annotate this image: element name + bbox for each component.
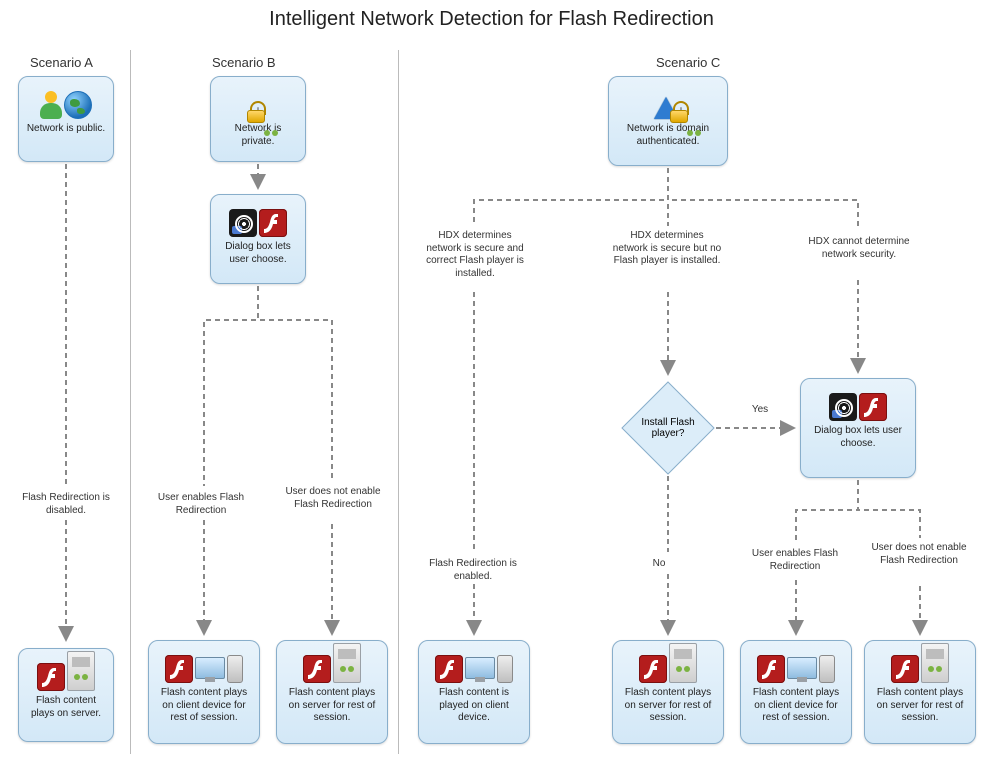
lock-icon <box>670 101 688 123</box>
flash-icon <box>859 393 887 421</box>
node-label: Flash content is played on client device… <box>419 687 529 731</box>
server-icon <box>67 651 95 691</box>
divider-a-b <box>130 50 131 754</box>
flash-icon <box>37 663 65 691</box>
edge-b-enable: User enables Flash Redirection <box>146 492 256 517</box>
monitor-icon <box>195 657 225 683</box>
edge-c-yes: Yes <box>740 404 780 417</box>
lock-icon <box>247 101 265 123</box>
node-label: Flash content plays on client device for… <box>149 687 259 731</box>
node-label: Flash content plays on server for rest o… <box>613 687 723 731</box>
node-label: Dialog box lets user choose. <box>801 425 915 456</box>
decision-text: Install Flash player? <box>620 380 716 476</box>
node-a-end: Flash content plays on server. <box>18 648 114 742</box>
node-c-client2: Flash content plays on client device for… <box>740 640 852 744</box>
flash-icon <box>303 655 331 683</box>
edge-c-enable: User enables Flash Redirection <box>740 548 850 573</box>
flash-icon <box>639 655 667 683</box>
node-label: Network is public. <box>19 123 113 142</box>
node-label: Flash content plays on server. <box>19 695 113 726</box>
edge-c-no: No <box>644 558 674 571</box>
server-icon <box>921 643 949 683</box>
node-label: Flash content plays on server for rest o… <box>865 687 975 731</box>
flash-icon <box>891 655 919 683</box>
diagram-title: Intelligent Network Detection for Flash … <box>0 8 983 31</box>
node-a-start: Network is public. <box>18 76 114 162</box>
flash-icon <box>259 209 287 237</box>
server-icon <box>669 643 697 683</box>
scenario-a-label: Scenario A <box>30 55 93 70</box>
edge-c-path3: HDX cannot determine network security. <box>804 236 914 261</box>
node-c-server2: Flash content plays on server for rest o… <box>864 640 976 744</box>
node-c-start: Network is domain authenticated. <box>608 76 728 166</box>
divider-b-c <box>398 50 399 754</box>
node-c-decision: Install Flash player? <box>620 380 716 476</box>
connection-icon <box>829 393 857 421</box>
pda-icon <box>227 655 243 683</box>
pda-icon <box>819 655 835 683</box>
node-label: Flash content plays on client device for… <box>741 687 851 731</box>
edge-b-noenable: User does not enable Flash Redirection <box>278 486 388 511</box>
node-b-server: Flash content plays on server for rest o… <box>276 640 388 744</box>
monitor-icon <box>787 657 817 683</box>
node-c-server1: Flash content plays on server for rest o… <box>612 640 724 744</box>
scenario-c-label: Scenario C <box>656 55 720 70</box>
node-b-dialog: Dialog box lets user choose. <box>210 194 306 284</box>
flash-icon <box>165 655 193 683</box>
flash-icon <box>757 655 785 683</box>
globe-icon <box>64 91 92 119</box>
edge-a-disabled: Flash Redirection is disabled. <box>18 492 114 517</box>
edge-c-path1: HDX determines network is secure and cor… <box>420 230 530 280</box>
node-b-start: Network is private. <box>210 76 306 162</box>
node-b-client: Flash content plays on client device for… <box>148 640 260 744</box>
node-label: Network is private. <box>211 123 305 154</box>
user-icon <box>40 91 62 119</box>
monitor-icon <box>465 657 495 683</box>
edge-c-enabled: Flash Redirection is enabled. <box>418 558 528 583</box>
node-c-client: Flash content is played on client device… <box>418 640 530 744</box>
node-label: Network is domain authenticated. <box>609 123 727 154</box>
node-label: Flash content plays on server for rest o… <box>277 687 387 731</box>
node-c-dialog: Dialog box lets user choose. <box>800 378 916 478</box>
server-icon <box>333 643 361 683</box>
connection-icon <box>229 209 257 237</box>
pda-icon <box>497 655 513 683</box>
edge-c-noenable: User does not enable Flash Redirection <box>864 542 974 567</box>
flash-icon <box>435 655 463 683</box>
node-label: Dialog box lets user choose. <box>211 241 305 272</box>
edge-c-path2: HDX determines network is secure but no … <box>612 230 722 268</box>
scenario-b-label: Scenario B <box>212 55 276 70</box>
